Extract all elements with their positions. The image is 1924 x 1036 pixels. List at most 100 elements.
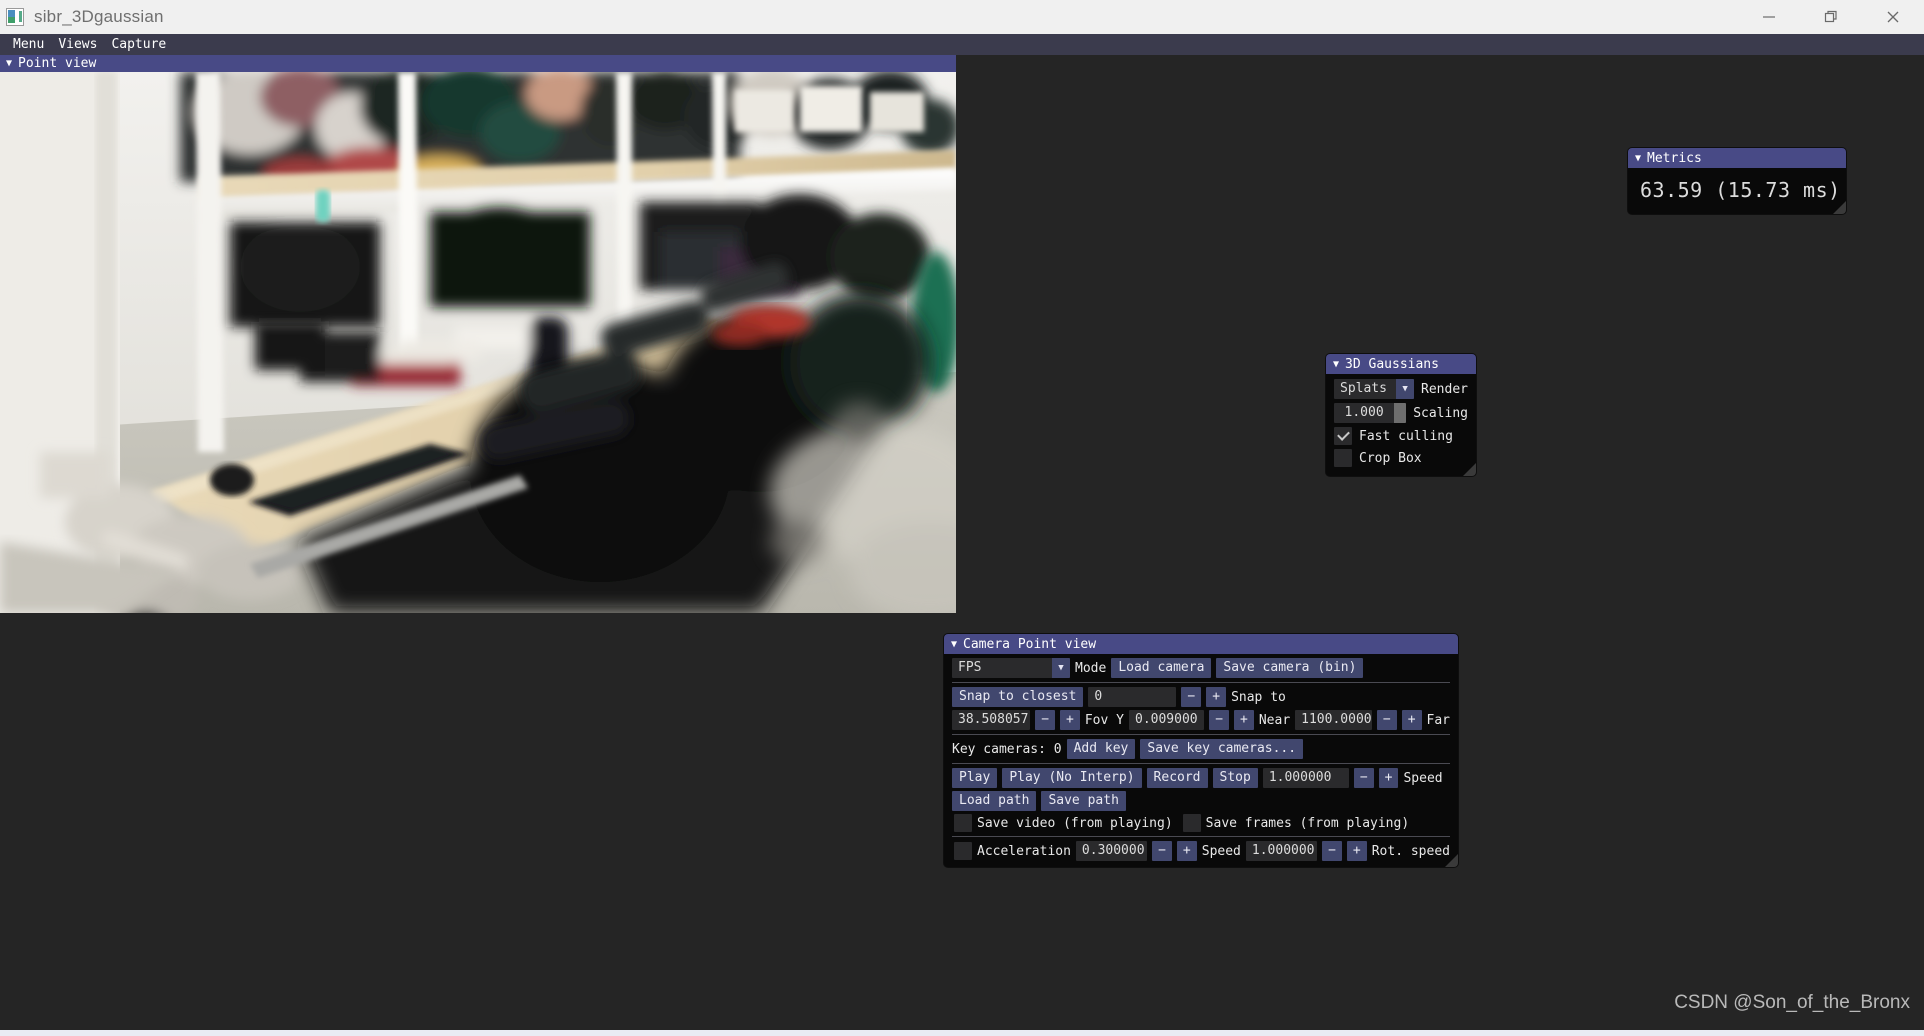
rot-speed-input[interactable]: 1.000000	[1245, 841, 1318, 861]
render-mode-value: Splats	[1340, 381, 1387, 396]
near-increment-button[interactable]: +	[1234, 710, 1254, 730]
camera-mode-value: FPS	[958, 660, 982, 675]
bottom-strip	[0, 1030, 1924, 1036]
crop-box-checkbox[interactable]	[1334, 449, 1352, 467]
divider	[952, 734, 1450, 735]
close-icon[interactable]	[1862, 0, 1924, 34]
save-key-cameras-button[interactable]: Save key cameras...	[1140, 739, 1304, 759]
divider	[952, 836, 1450, 837]
point-view-title: Point view	[18, 56, 97, 71]
metrics-panel[interactable]: ▼ Metrics 63.59 (15.73 ms)	[1628, 148, 1846, 214]
collapse-caret-icon[interactable]: ▼	[1333, 359, 1339, 370]
rot-speed-decrement-button[interactable]: −	[1322, 841, 1342, 861]
window-controls	[1738, 0, 1924, 34]
chevron-down-icon[interactable]: ▼	[1396, 379, 1415, 399]
menu-item-capture[interactable]: Capture	[104, 34, 173, 55]
resize-grip[interactable]	[1445, 854, 1458, 867]
snap-decrement-button[interactable]: −	[1181, 687, 1202, 707]
crop-box-row[interactable]: Crop Box	[1326, 448, 1476, 468]
snap-row: Snap to closest 0 − + Snap to	[944, 687, 1458, 707]
fovy-decrement-button[interactable]: −	[1035, 710, 1056, 730]
gaussian-splat-render[interactable]	[0, 72, 956, 613]
acceleration-label: Acceleration	[977, 843, 1071, 859]
menu-item-views[interactable]: Views	[51, 34, 104, 55]
point-view-viewport[interactable]: ▼ Point view	[0, 55, 956, 613]
acceleration-checkbox[interactable]	[954, 842, 972, 860]
slider-grab-handle[interactable]	[1394, 403, 1407, 423]
save-frames-checkbox[interactable]	[1182, 814, 1201, 832]
rot-speed-label: Rot. speed	[1371, 843, 1450, 859]
play-no-interp-button[interactable]: Play (No Interp)	[1002, 768, 1142, 788]
playback-speed-input[interactable]: 1.000000	[1262, 768, 1349, 788]
acceleration-speed-label: Speed	[1201, 843, 1241, 859]
gaussians-panel[interactable]: ▼ 3D Gaussians Splats ▼ Render 1.000 Sca…	[1326, 354, 1476, 476]
image-thumbnail-icon	[6, 8, 24, 26]
save-video-checkbox[interactable]	[954, 814, 972, 832]
chevron-down-icon[interactable]: ▼	[1052, 658, 1070, 678]
near-decrement-button[interactable]: −	[1209, 710, 1230, 730]
load-path-button[interactable]: Load path	[952, 791, 1037, 811]
point-view-header[interactable]: ▼ Point view	[0, 55, 956, 72]
restore-icon[interactable]	[1800, 0, 1862, 34]
play-button[interactable]: Play	[952, 768, 998, 788]
path-row: Load path Save path	[944, 791, 1458, 811]
stop-button[interactable]: Stop	[1212, 768, 1258, 788]
fovy-increment-button[interactable]: +	[1060, 710, 1080, 730]
key-cameras-row: Key cameras: 0 Add key Save key cameras.…	[944, 739, 1458, 759]
fov-near-far-row: 38.508057 − + Fov Y 0.009000 − + Near 11…	[944, 710, 1458, 730]
fovy-label: Fov Y	[1084, 712, 1124, 728]
acceleration-increment-button[interactable]: +	[1176, 841, 1197, 861]
fast-culling-row[interactable]: Fast culling	[1326, 426, 1476, 446]
render-mode-combo[interactable]: Splats ▼	[1334, 379, 1415, 399]
fast-culling-checkbox[interactable]	[1334, 427, 1352, 445]
snap-to-closest-button[interactable]: Snap to closest	[952, 687, 1084, 707]
camera-point-view-panel[interactable]: ▼ Camera Point view FPS ▼ Mode Load came…	[944, 634, 1458, 867]
collapse-caret-icon[interactable]: ▼	[6, 55, 12, 72]
application-window: sibr_3Dgaussian Menu Views Capture ▼ Poi…	[0, 0, 1924, 1036]
snap-to-label: Snap to	[1231, 689, 1286, 705]
far-increment-button[interactable]: +	[1401, 710, 1422, 730]
watermark-text: CSDN @Son_of_the_Bronx	[1674, 992, 1910, 1013]
resize-grip[interactable]	[1833, 201, 1846, 214]
record-button[interactable]: Record	[1146, 768, 1208, 788]
far-input[interactable]: 1100.000000	[1295, 710, 1372, 730]
snap-index-input[interactable]: 0	[1088, 687, 1177, 707]
fps-readout: 63.59 (15.73 ms)	[1640, 178, 1841, 202]
camera-panel-title: Camera Point view	[963, 636, 1097, 652]
save-path-button[interactable]: Save path	[1041, 791, 1126, 811]
load-camera-button[interactable]: Load camera	[1111, 658, 1212, 678]
snap-increment-button[interactable]: +	[1206, 687, 1227, 707]
save-output-row: Save video (from playing) Save frames (f…	[944, 814, 1458, 832]
gaussians-panel-body: Splats ▼ Render 1.000 Scaling Fast culli…	[1326, 374, 1476, 476]
playback-row: Play Play (No Interp) Record Stop 1.0000…	[944, 768, 1458, 788]
divider	[952, 763, 1450, 764]
metrics-panel-header[interactable]: ▼ Metrics	[1628, 148, 1846, 168]
add-key-button[interactable]: Add key	[1066, 739, 1136, 759]
gaussians-panel-title: 3D Gaussians	[1345, 356, 1439, 372]
camera-mode-combo[interactable]: FPS ▼	[952, 658, 1070, 678]
save-camera-bin-button[interactable]: Save camera (bin)	[1216, 658, 1364, 678]
menu-item-menu[interactable]: Menu	[6, 34, 51, 55]
rot-speed-increment-button[interactable]: +	[1346, 841, 1367, 861]
scaling-label: Scaling	[1413, 405, 1468, 421]
fast-culling-label: Fast culling	[1359, 428, 1453, 444]
gaussians-panel-header[interactable]: ▼ 3D Gaussians	[1326, 354, 1476, 374]
acceleration-decrement-button[interactable]: −	[1152, 841, 1172, 861]
far-label: Far	[1426, 712, 1450, 728]
far-decrement-button[interactable]: −	[1376, 710, 1397, 730]
camera-panel-header[interactable]: ▼ Camera Point view	[944, 634, 1458, 654]
scaling-slider[interactable]: 1.000	[1334, 403, 1407, 423]
save-video-label: Save video (from playing)	[977, 815, 1173, 831]
collapse-caret-icon[interactable]: ▼	[951, 639, 957, 650]
resize-grip[interactable]	[1463, 463, 1476, 476]
scaling-value: 1.000	[1344, 405, 1384, 420]
playback-speed-decrement-button[interactable]: −	[1353, 768, 1374, 788]
collapse-caret-icon[interactable]: ▼	[1635, 153, 1641, 164]
near-input[interactable]: 0.009000	[1129, 710, 1205, 730]
fovy-input[interactable]: 38.508057	[952, 710, 1031, 730]
minimize-icon[interactable]	[1738, 0, 1800, 34]
playback-speed-increment-button[interactable]: +	[1378, 768, 1399, 788]
mode-row: FPS ▼ Mode Load camera Save camera (bin)	[944, 658, 1458, 678]
acceleration-input[interactable]: 0.300000	[1075, 841, 1148, 861]
window-title: sibr_3Dgaussian	[34, 7, 164, 26]
